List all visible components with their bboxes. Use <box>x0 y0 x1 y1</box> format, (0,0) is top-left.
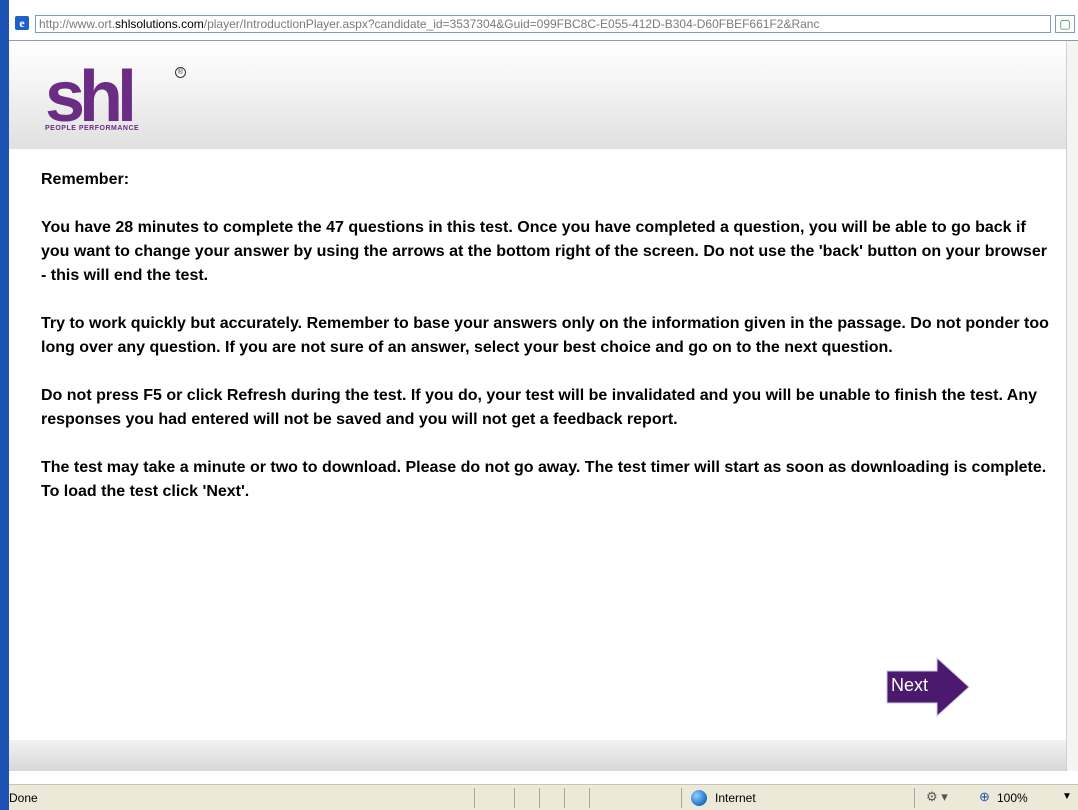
url-rest: /player/IntroductionPlayer.aspx?candidat… <box>203 17 820 31</box>
url-field[interactable]: http://www.ort.shlsolutions.com/player/I… <box>35 15 1051 33</box>
ie-page-icon: e <box>15 16 29 30</box>
status-separator <box>564 788 565 808</box>
status-separator <box>539 788 540 808</box>
shl-logo: shl PEOPLE PERFORMANCE ® <box>45 57 186 137</box>
security-zone-label: Internet <box>715 791 756 805</box>
zoom-icon[interactable]: ⊕ <box>979 789 990 805</box>
status-bar: Done Internet ⚙ ▾ ⊕ 100% ▼ <box>9 784 1078 810</box>
logo-subtitle: PEOPLE PERFORMANCE <box>45 125 140 132</box>
status-separator <box>914 788 915 808</box>
instruction-paragraph: Do not press F5 or click Refresh during … <box>41 387 1037 428</box>
zoom-dropdown-arrow[interactable]: ▼ <box>1062 791 1072 802</box>
window-frame-left <box>0 0 9 810</box>
status-text: Done <box>9 791 38 805</box>
status-separator <box>514 788 515 808</box>
page-footer <box>9 740 1066 771</box>
internet-globe-icon <box>691 790 707 806</box>
instruction-paragraph: You have 28 minutes to complete the 47 q… <box>41 219 1047 284</box>
protected-mode-icon[interactable]: ⚙ ▾ <box>926 789 948 805</box>
status-separator <box>681 788 682 808</box>
instructions-content: Remember: You have 28 minutes to complet… <box>41 168 1056 528</box>
status-separator <box>474 788 475 808</box>
instruction-paragraph: Try to work quickly but accurately. Reme… <box>41 315 1049 356</box>
instructions-heading: Remember: <box>41 171 130 188</box>
next-button[interactable]: Next <box>885 657 971 717</box>
compatibility-icon[interactable]: ▢ <box>1055 15 1075 33</box>
url-domain: shlsolutions.com <box>115 17 204 31</box>
vertical-scrollbar[interactable] <box>1066 41 1078 771</box>
registered-mark: ® <box>175 67 186 78</box>
url-prefix: http://www.ort. <box>39 17 116 31</box>
logo-text: shl <box>45 57 137 137</box>
address-bar: e http://www.ort.shlsolutions.com/player… <box>9 0 1078 41</box>
instruction-paragraph: The test may take a minute or two to dow… <box>41 459 1047 500</box>
next-button-label: Next <box>891 675 929 695</box>
zoom-level[interactable]: 100% <box>997 791 1028 805</box>
page-header: shl PEOPLE PERFORMANCE ® <box>9 41 1066 149</box>
status-separator <box>589 788 590 808</box>
